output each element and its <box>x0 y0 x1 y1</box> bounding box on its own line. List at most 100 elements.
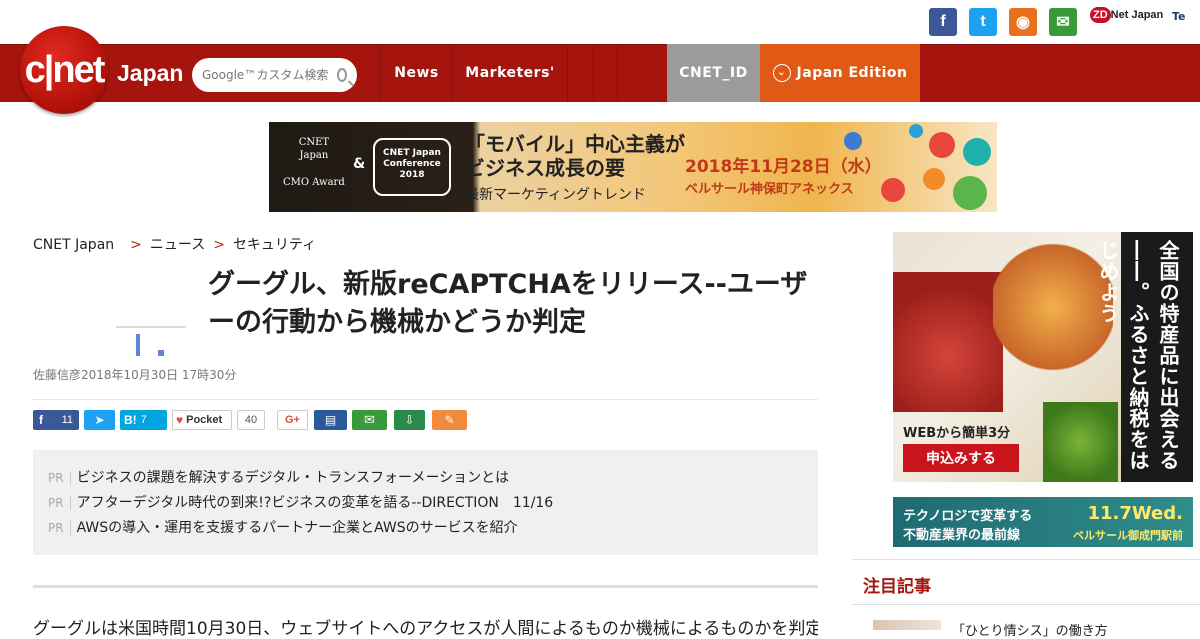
pr-tag: PR <box>48 521 71 535</box>
search-box <box>192 58 357 92</box>
hatena-icon: B! <box>124 413 137 427</box>
breadcrumb-root[interactable]: CNET Japan <box>33 237 114 253</box>
facebook-share-button[interactable]: f 11 <box>33 410 79 430</box>
decor-dot <box>953 176 987 210</box>
sidebar-item-thumbnail[interactable] <box>873 620 941 630</box>
pr-link[interactable]: PR AWSの導入・運用を支援するパートナー企業とAWSのサービスを紹介 <box>48 517 518 537</box>
conf-line1: CNET Japan <box>383 148 441 158</box>
banner-ampersand: & <box>353 156 366 172</box>
banner-headline2: ビジネス成長の要 <box>465 156 625 180</box>
download-button[interactable]: ⇩ <box>394 410 425 430</box>
pr-links-box: PR ビジネスの課題を解決するデジタル・トランスフォーメーションとは PR アフター… <box>33 450 818 555</box>
food-image <box>893 272 1003 412</box>
sidebar-title: 注目記事 <box>863 577 931 597</box>
nav-japan-edition[interactable]: ⌄ Japan Edition <box>760 44 920 102</box>
print-button[interactable]: ▤ <box>314 410 347 430</box>
download-icon: ⇩ <box>404 413 415 427</box>
decor-dot <box>909 124 923 138</box>
pr-link-text: ビジネスの課題を解決するデジタル・トランスフォーメーションとは <box>76 470 510 486</box>
ad2-line1: テクノロジで変革する <box>903 509 1033 524</box>
conference-badge: CNET Japan Conference 2018 <box>373 138 451 196</box>
decor-dot <box>963 138 991 166</box>
mail-icon[interactable]: ✉ <box>1049 8 1077 36</box>
article-thumbnail <box>110 320 198 360</box>
real-estate-event-ad[interactable]: テクノロジで変革する 不動産業界の最前線 11.7Wed. ベルサール御成門駅前 <box>893 497 1193 547</box>
twitter-icon[interactable]: t <box>969 8 997 36</box>
twitter-icon: ➤ <box>94 413 105 427</box>
banner-headline: 「モバイル」中心主義が ビジネス成長の要 <box>465 132 685 180</box>
banner-headline1: 「モバイル」中心主義が <box>465 132 685 156</box>
hatena-bookmark-button[interactable]: B! 7 <box>120 410 167 430</box>
ad2-date: 11.7Wed. <box>1087 503 1183 524</box>
search-input[interactable] <box>202 68 337 82</box>
article-byline-date: 佐藤信彦2018年10月30日 17時30分 <box>33 368 237 382</box>
search-icon[interactable] <box>337 68 347 82</box>
ad2-line2: 不動産業界の最前線 <box>903 528 1021 543</box>
nav-slot-2[interactable] <box>593 44 617 102</box>
pr-link-text: アフターデジタル時代の到来!?ビジネスの変革を語る--DIRECTION 11/… <box>76 495 554 511</box>
decor-dot <box>923 168 945 190</box>
japan-edition-label: Japan Edition <box>796 65 908 81</box>
cnet-logo[interactable]: c|net <box>20 26 108 114</box>
facebook-icon[interactable]: f <box>929 8 957 36</box>
conference-banner-ad[interactable]: CNET Japan CMO Award & CNET Japan Confer… <box>269 122 997 212</box>
banner-subline: 最新マーケティングトレンド <box>465 187 646 203</box>
zdnet-logo: ZD <box>1090 7 1111 23</box>
nav-cnet-id[interactable]: CNET_ID <box>667 44 760 102</box>
conf-line2: Conference <box>383 159 441 169</box>
pocket-button[interactable]: ♥ Pocket <box>172 410 232 430</box>
furusato-nozei-ad[interactable]: 全国の特産品に出会える――。ふるさと納税をはじめよう WEBから簡単3分 申込み… <box>893 232 1193 482</box>
banner-date: 2018年11月28日（水） <box>685 157 882 177</box>
top-utility-bar: f t ◉ ✉ ZD Net Japan Te <box>0 0 1200 44</box>
breadcrumb: CNET Japan > ニュース > セキュリティ <box>33 234 316 254</box>
decor-dot <box>929 132 955 158</box>
pr-link[interactable]: PR ビジネスの課題を解決するデジタル・トランスフォーメーションとは <box>48 467 509 487</box>
pocket-label: Pocket <box>186 414 223 426</box>
banner-venue: ベルサール神保町アネックス <box>685 182 854 197</box>
pr-link-text: AWSの導入・運用を支援するパートナー企業とAWSのサービスを紹介 <box>76 520 518 536</box>
print-icon: ▤ <box>324 413 337 427</box>
nav-slot-1[interactable] <box>567 44 593 102</box>
pr-tag: PR <box>48 496 71 510</box>
divider <box>33 585 818 588</box>
ad-vertical-copy: 全国の特産品に出会える――。ふるさと納税をはじめよう <box>1096 232 1193 482</box>
cmo-award-badge: CNET Japan CMO Award <box>283 136 345 189</box>
divider <box>33 399 818 400</box>
food-image <box>1043 402 1118 482</box>
nav-slot-3[interactable] <box>617 44 642 102</box>
thumb-bar <box>136 334 140 356</box>
techrepublic-link[interactable]: Te <box>1172 10 1186 23</box>
decor-dot <box>881 178 905 202</box>
pr-tag: PR <box>48 471 71 485</box>
paperclip-icon: ✎ <box>444 413 455 427</box>
pocket-icon: ♥ <box>176 413 184 427</box>
article-headline: グーグル、新版reCAPTCHAをリリース--ユーザーの行動から機械かどうか判定 <box>208 269 808 338</box>
thumb-bar <box>158 350 164 356</box>
zdnet-japan-link[interactable]: ZD Net Japan <box>1090 7 1163 23</box>
facebook-icon: f <box>39 413 43 427</box>
facebook-share-count: 11 <box>61 414 73 426</box>
decor-dot <box>844 132 862 150</box>
breadcrumb-news[interactable]: ニュース <box>150 237 205 253</box>
pocket-count: 40 <box>237 410 265 430</box>
breadcrumb-separator: > <box>130 237 142 253</box>
award-line1: CNET <box>298 137 330 148</box>
award-line3: CMO Award <box>283 177 345 188</box>
nav-news[interactable]: News <box>380 44 452 102</box>
thumb-line <box>116 326 186 328</box>
email-share-button[interactable]: ✉ <box>352 410 387 430</box>
hatena-count: 7 <box>140 414 147 426</box>
twitter-share-button[interactable]: ➤ <box>84 410 115 430</box>
rss-icon[interactable]: ◉ <box>1009 8 1037 36</box>
divider <box>853 604 1200 605</box>
google-plus-button[interactable]: G+ <box>277 410 308 430</box>
award-line2: Japan <box>299 150 329 161</box>
breadcrumb-security[interactable]: セキュリティ <box>233 237 316 253</box>
clip-button[interactable]: ✎ <box>432 410 467 430</box>
apply-button[interactable]: 申込みする <box>903 444 1019 472</box>
ad-web-copy: WEBから簡単3分 <box>903 426 1011 441</box>
nav-marketers[interactable]: Marketers' <box>452 44 567 102</box>
divider <box>853 559 1200 560</box>
pr-link[interactable]: PR アフターデジタル時代の到来!?ビジネスの変革を語る--DIRECTION 1… <box>48 492 553 512</box>
logo-japan-text: Japan <box>117 60 184 86</box>
